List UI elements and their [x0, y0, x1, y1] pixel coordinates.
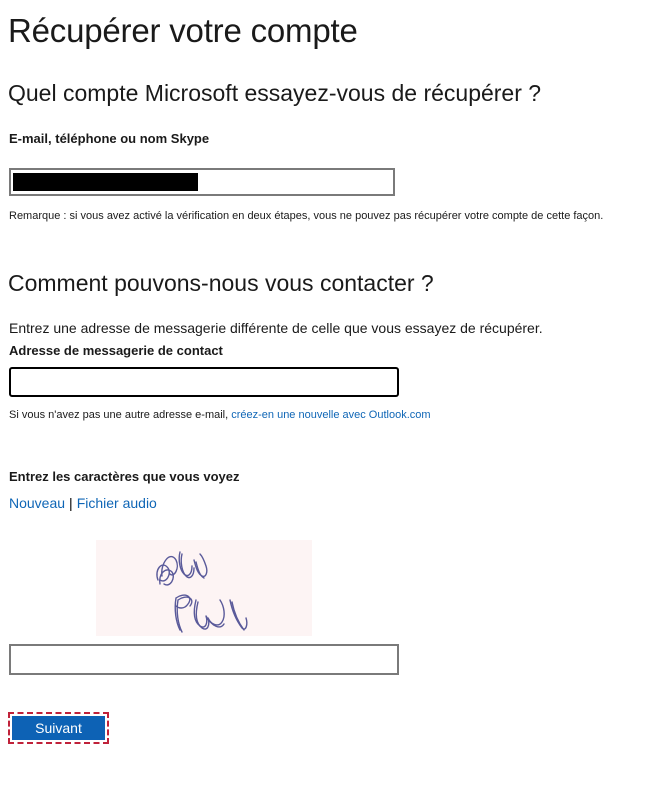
captcha-new-link[interactable]: Nouveau — [9, 495, 65, 511]
redacted-account-value — [13, 173, 198, 191]
outlook-hint: Si vous n'avez pas une autre adresse e-m… — [9, 409, 431, 421]
account-field-label: E-mail, téléphone ou nom Skype — [9, 131, 210, 146]
contact-section-heading: Comment pouvons-nous vous contacter ? — [8, 270, 434, 296]
two-step-note: Remarque : si vous avez activé la vérifi… — [9, 210, 604, 222]
account-section-heading: Quel compte Microsoft essayez-vous de ré… — [8, 80, 542, 106]
captcha-link-separator: | — [69, 495, 73, 511]
captcha-audio-link[interactable]: Fichier audio — [77, 495, 157, 511]
contact-instruction: Entrez une adresse de messagerie différe… — [9, 320, 543, 336]
next-button-focus-ring: Suivant — [8, 712, 109, 744]
contact-email-input[interactable] — [9, 367, 399, 397]
contact-field-label: Adresse de messagerie de contact — [9, 343, 223, 358]
page-title: Récupérer votre compte — [8, 12, 358, 49]
create-outlook-account-link[interactable]: créez-en une nouvelle avec Outlook.com — [231, 409, 430, 421]
captcha-glyphs — [156, 551, 248, 633]
captcha-label: Entrez les caractères que vous voyez — [9, 469, 240, 484]
captcha-input[interactable] — [9, 644, 399, 675]
outlook-hint-text: Si vous n'avez pas une autre adresse e-m… — [9, 409, 232, 421]
captcha-controls: Nouveau | Fichier audio — [9, 495, 157, 511]
next-button[interactable]: Suivant — [12, 716, 105, 740]
captcha-image — [96, 540, 312, 636]
